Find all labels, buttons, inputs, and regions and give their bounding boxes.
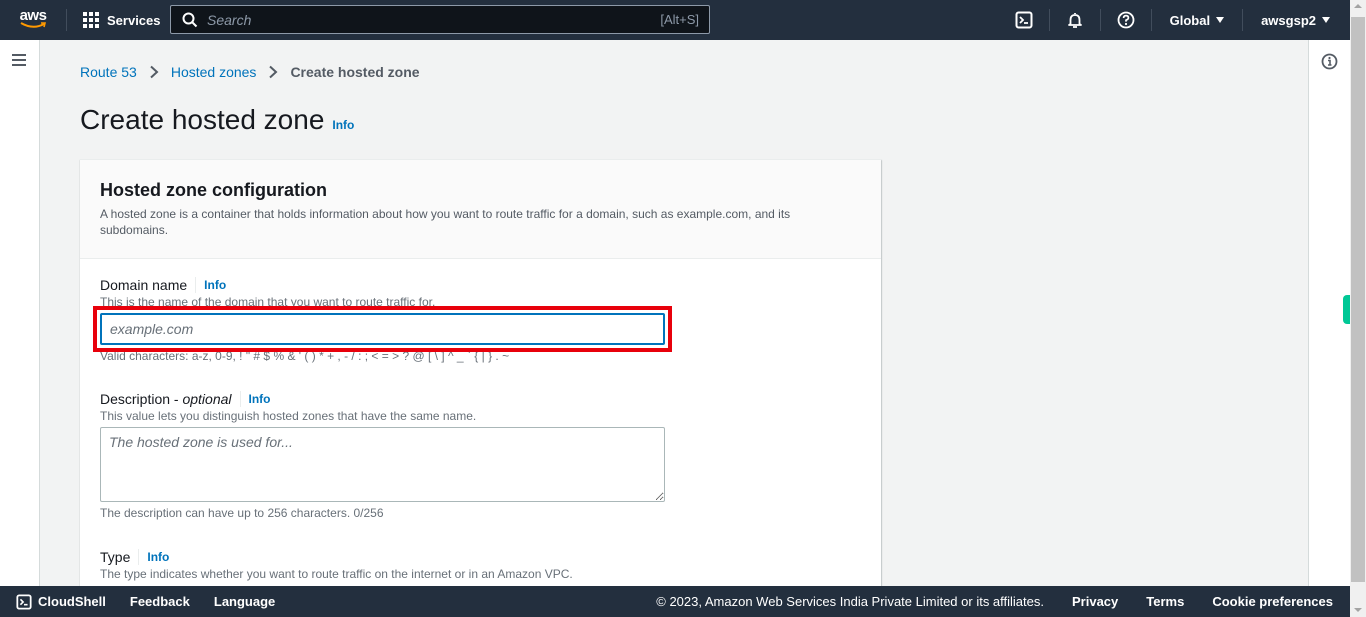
footer-right: © 2023, Amazon Web Services India Privat… [656,594,1350,609]
page-title: Create hosted zone [80,104,325,135]
nav-right-group: Global awsgsp2 [999,0,1334,40]
scroll-up-arrow-icon[interactable] [1354,4,1362,8]
footer-cloudshell-button[interactable]: CloudShell [16,593,106,610]
domain-name-input-wrapper [93,306,672,352]
footer-cookie-preferences-link[interactable]: Cookie preferences [1212,594,1333,609]
footer-language-link[interactable]: Language [214,594,275,609]
description-constraint: The description can have up to 256 chara… [100,506,384,520]
scrollbar-thumb[interactable] [1351,17,1365,582]
region-label: Global [1169,12,1211,28]
page-scrollbar[interactable] [1350,0,1366,617]
aws-smile-icon [20,22,46,28]
search-input[interactable] [207,11,661,28]
type-field: Type Info The type indicates whether you… [100,549,573,581]
notifications-bell-icon [1067,13,1082,28]
breadcrumb: Route 53 Hosted zones Create hosted zone [80,64,420,80]
services-grid-icon [83,12,99,28]
services-label: Services [107,12,161,28]
breadcrumb-hosted-zones[interactable]: Hosted zones [171,64,257,80]
region-selector[interactable]: Global [1152,0,1242,40]
domain-name-field: Domain name Info This is the name of the… [93,277,672,363]
caret-down-icon [1322,17,1330,23]
help-icon [1117,11,1135,29]
description-helper: This value lets you distinguish hosted z… [100,409,477,423]
description-info-link[interactable]: Info [249,392,271,406]
panel-title: Hosted zone configuration [100,180,327,200]
description-field: Description - optional Info This value l… [100,391,665,520]
chevron-right-icon [266,65,280,79]
footer-terms-link[interactable]: Terms [1146,594,1184,609]
aws-logo-text: aws [19,7,47,24]
breadcrumb-current: Create hosted zone [290,64,420,80]
description-optional-text: optional [182,391,232,407]
description-label: Description - optional [100,391,232,407]
domain-name-constraint: Valid characters: a-z, 0-9, ! " # $ % & … [100,349,510,363]
account-label: awsgsp2 [1261,12,1316,28]
footer-copyright: © 2023, Amazon Web Services India Privat… [656,594,1044,609]
search-bar[interactable]: [Alt+S] [170,5,710,34]
aws-logo[interactable]: aws [0,0,66,40]
breadcrumb-route53[interactable]: Route 53 [80,64,137,80]
info-circle-icon[interactable] [1321,53,1338,70]
feedback-side-tab[interactable] [1343,295,1350,324]
console-footer: CloudShell Feedback Language © 2023, Ama… [0,586,1350,617]
label-divider [195,277,197,293]
notifications-button[interactable] [1050,0,1100,40]
domain-name-input[interactable] [100,313,665,345]
main-content: Route 53 Hosted zones Create hosted zone… [41,40,1308,586]
caret-down-icon [1216,17,1225,23]
footer-feedback-link[interactable]: Feedback [130,594,190,609]
panel-header: Hosted zone configuration A hosted zone … [80,160,881,259]
label-divider [239,391,241,407]
footer-privacy-link[interactable]: Privacy [1072,594,1118,609]
type-info-link[interactable]: Info [147,550,169,564]
panel-description: A hosted zone is a container that holds … [100,207,791,237]
description-textarea[interactable] [100,427,665,502]
cloudshell-icon [16,593,32,610]
cloudshell-button[interactable] [999,0,1049,40]
help-button[interactable] [1101,0,1151,40]
description-label-row: Description - optional Info [100,391,665,407]
search-icon [182,12,198,27]
description-label-text: Description - [100,391,183,407]
domain-name-description: This is the name of the domain that you … [100,295,436,309]
side-navigation-collapsed [0,40,40,586]
label-divider [138,549,140,565]
cloudshell-icon [1015,11,1033,29]
footer-cloudshell-label: CloudShell [38,594,106,609]
page-header: Create hosted zone Info [80,104,354,136]
domain-name-info-link[interactable]: Info [204,278,226,292]
chevron-right-icon [147,65,161,79]
menu-hamburger-icon[interactable] [12,54,28,68]
footer-left: CloudShell Feedback Language [0,593,275,610]
top-navigation: aws Services [Alt+S] Global awsgsp [0,0,1350,40]
services-menu-button[interactable]: Services [67,0,173,40]
type-description: The type indicates whether you want to r… [100,567,573,581]
search-shortcut-hint: [Alt+S] [660,12,699,27]
page-info-link[interactable]: Info [332,118,354,132]
account-menu[interactable]: awsgsp2 [1243,0,1334,40]
type-label-row: Type Info [100,549,573,565]
domain-name-label-row: Domain name Info [100,277,665,293]
type-label: Type [100,549,131,565]
scroll-down-arrow-icon[interactable] [1354,608,1362,612]
hosted-zone-configuration-panel: Hosted zone configuration A hosted zone … [80,159,881,586]
domain-name-label: Domain name [100,277,188,293]
